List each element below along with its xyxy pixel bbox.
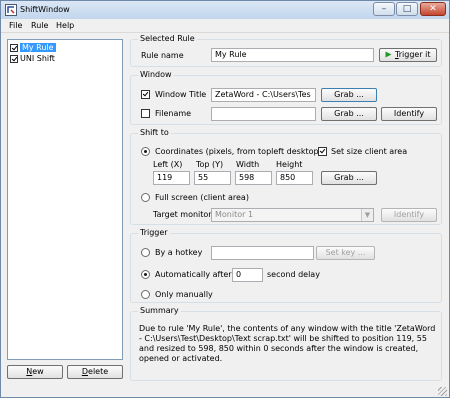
close-icon: ✕ [429,4,437,14]
rule-item[interactable]: My Rule [10,42,121,53]
coordinates-radio[interactable] [141,147,150,156]
rule-item-label: My Rule [20,43,56,52]
hotkey-radio[interactable] [141,248,150,257]
shift-grab-button[interactable]: Grab ... [321,171,377,185]
resize-grip-icon[interactable] [438,387,447,396]
hotkey-label: By a hotkey [155,248,203,257]
trigger-it-button[interactable]: Trigger it [379,48,437,62]
rule-enabled-checkbox[interactable] [10,43,18,52]
chevron-down-icon: ▼ [361,209,373,221]
trigger-legend: Trigger [138,228,170,237]
monitor-identify-button[interactable]: Identify [381,208,437,222]
shift-to-legend: Shift to [138,128,171,137]
width-label: Width [236,160,260,169]
delete-rule-label: elete [88,367,109,376]
set-size-checkbox[interactable] [318,147,327,156]
play-icon [385,51,392,58]
rule-item-label: UNI Shift [20,54,55,63]
close-button[interactable]: ✕ [420,2,446,16]
window-identify-button[interactable]: Identify [381,107,437,121]
new-rule-label: ew [32,367,44,376]
width-field[interactable]: 598 [235,171,272,185]
summary-group: Summary Due to rule 'My Rule', the conte… [130,306,442,381]
top-label: Top (Y) [196,160,224,169]
selected-rule-legend: Selected Rule [138,34,197,43]
status-bar [1,385,449,397]
trigger-it-label: rigger it [398,50,431,59]
rule-list[interactable]: My Rule UNI Shift [7,39,123,360]
full-screen-radio[interactable] [141,193,150,202]
trigger-group: Trigger By a hotkey Set key ... Automati… [130,228,442,303]
app-window: ShiftWindow – □ ✕ File Rule Help My Rule… [0,0,450,398]
menu-bar: File Rule Help [1,19,449,33]
delay-suffix-label: second delay [267,270,320,279]
window-group: Window Window Title ZetaWord - C:\Users\… [130,70,442,125]
maximize-icon: □ [402,4,412,14]
menu-rule[interactable]: Rule [31,21,48,30]
target-monitor-dropdown[interactable]: Monitor 1 ▼ [211,208,374,222]
menu-file[interactable]: File [9,21,22,30]
rule-item[interactable]: UNI Shift [10,53,121,64]
hotkey-field[interactable] [211,246,314,260]
summary-text: Due to rule 'My Rule', the contents of a… [139,324,436,363]
height-field[interactable]: 850 [276,171,313,185]
manual-radio[interactable] [141,290,150,299]
app-icon [5,4,17,16]
window-title: ShiftWindow [20,5,70,14]
rule-name-field[interactable]: My Rule [211,48,374,62]
minimize-button[interactable]: – [373,2,395,16]
set-size-label: Set size client area [331,147,408,156]
minimize-icon: – [381,4,387,14]
title-bar[interactable]: ShiftWindow – □ ✕ [1,1,449,19]
top-y-field[interactable]: 55 [194,171,231,185]
left-x-field[interactable]: 119 [153,171,190,185]
window-title-checkbox[interactable] [141,90,150,99]
window-grab-button[interactable]: Grab ... [321,88,377,102]
coordinates-label: Coordinates (pixels, from topleft deskto… [155,147,322,156]
summary-legend: Summary [138,306,181,315]
maximize-button[interactable]: □ [396,2,418,16]
filename-field[interactable] [211,107,316,121]
set-key-button[interactable]: Set key ... [316,246,375,260]
filename-checkbox[interactable] [141,109,150,118]
menu-help[interactable]: Help [56,21,74,30]
rule-enabled-checkbox[interactable] [10,54,18,63]
left-label: Left (X) [153,160,183,169]
delete-rule-button[interactable]: Delete [67,365,123,379]
rule-name-label: Rule name [141,51,184,60]
filename-grab-button[interactable]: Grab ... [321,107,377,121]
delay-seconds-field[interactable]: 0 [232,268,263,282]
auto-delay-radio[interactable] [141,270,150,279]
window-title-label: Window Title [155,90,207,99]
target-monitor-label: Target monitor [153,210,212,219]
full-screen-label: Full screen (client area) [155,193,249,202]
auto-delay-label: Automatically after a [155,270,240,279]
selected-rule-group: Selected Rule Rule name My Rule Trigger … [130,34,442,67]
height-label: Height [276,160,303,169]
target-monitor-value: Monitor 1 [215,210,254,219]
shift-to-group: Shift to Coordinates (pixels, from tople… [130,128,442,225]
manual-label: Only manually [155,290,213,299]
new-rule-button[interactable]: New [7,365,63,379]
window-legend: Window [138,70,174,79]
filename-label: Filename [155,109,192,118]
window-title-field[interactable]: ZetaWord - C:\Users\Tes [211,88,316,102]
